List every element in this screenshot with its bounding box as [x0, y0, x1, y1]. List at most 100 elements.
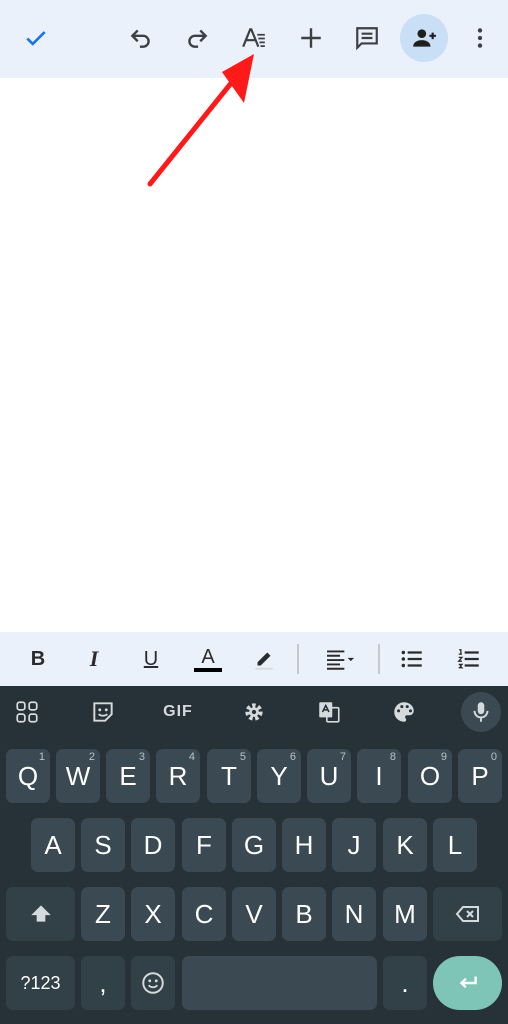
text-color-button[interactable]: A — [188, 640, 228, 678]
key-f[interactable]: F — [182, 818, 226, 872]
key-p[interactable]: P0 — [458, 749, 502, 803]
underline-button[interactable]: U — [131, 640, 171, 678]
bold-button[interactable]: B — [18, 640, 58, 678]
theme-button[interactable] — [384, 692, 424, 732]
space-key[interactable] — [182, 956, 377, 1010]
symbols-key[interactable]: ?123 — [6, 956, 75, 1010]
underline-label: U — [143, 647, 159, 670]
key-label: A — [44, 829, 62, 860]
key-c[interactable]: C — [182, 887, 226, 941]
shift-key[interactable] — [6, 887, 75, 941]
italic-button[interactable]: I — [74, 640, 114, 678]
keyboard: GIF Q1 W2 E3 R4 T5 Y6 U7 I8 O9 P 0 A S D… — [0, 686, 508, 1024]
key-t[interactable]: T5 — [207, 749, 251, 803]
bold-label: B — [30, 647, 46, 670]
comment-button[interactable] — [343, 14, 391, 62]
key-x[interactable]: X — [131, 887, 175, 941]
emoji-key[interactable] — [131, 956, 175, 1010]
period-label: . — [401, 967, 409, 998]
key-w[interactable]: W2 — [56, 749, 100, 803]
key-label: F — [196, 829, 212, 860]
text-format-button[interactable] — [230, 14, 278, 62]
insert-button[interactable] — [287, 14, 335, 62]
sticker-icon — [93, 702, 113, 722]
key-label: B — [295, 898, 313, 929]
key-r[interactable]: R4 — [156, 749, 200, 803]
key-label: O — [419, 760, 441, 791]
key-hint: 0 — [490, 751, 497, 763]
key-k[interactable]: K — [383, 818, 427, 872]
key-g[interactable]: G — [232, 818, 276, 872]
gif-button[interactable]: GIF — [158, 692, 198, 732]
key-label: T — [221, 760, 237, 791]
divider — [297, 644, 299, 674]
key-label: S — [94, 829, 112, 860]
key-e[interactable]: E3 — [106, 749, 150, 803]
key-hint: 1 — [38, 751, 45, 763]
key-hint: 3 — [138, 751, 145, 763]
key-label: U — [319, 760, 339, 791]
key-label: E — [119, 760, 137, 791]
key-label: H — [294, 829, 314, 860]
key-h[interactable]: H — [282, 818, 326, 872]
key-q[interactable]: Q1 — [6, 749, 50, 803]
align-button[interactable] — [318, 640, 362, 678]
key-b[interactable]: B — [282, 887, 326, 941]
key-label: C — [194, 898, 214, 929]
key-i[interactable]: I8 — [357, 749, 401, 803]
voice-input-button[interactable] — [461, 692, 501, 732]
text-color-swatch — [194, 668, 222, 672]
translate-button[interactable] — [309, 692, 349, 732]
done-button[interactable] — [12, 14, 60, 62]
key-o[interactable]: O9 — [408, 749, 452, 803]
redo-button[interactable] — [173, 14, 221, 62]
key-a[interactable]: A — [31, 818, 75, 872]
key-label: I — [375, 760, 383, 791]
key-s[interactable]: S — [81, 818, 125, 872]
key-label: W — [65, 760, 91, 791]
key-n[interactable]: N — [332, 887, 376, 941]
key-j[interactable]: J — [332, 818, 376, 872]
key-l[interactable]: L — [433, 818, 477, 872]
share-button[interactable] — [400, 14, 448, 62]
key-y[interactable]: Y6 — [257, 749, 301, 803]
comma-key[interactable]: , — [81, 956, 125, 1010]
key-label: Y — [270, 760, 288, 791]
gif-label: GIF — [163, 703, 193, 720]
italic-label: I — [89, 646, 99, 671]
document-body[interactable] — [0, 78, 508, 632]
key-m[interactable]: M — [383, 887, 427, 941]
comment-icon — [356, 27, 378, 51]
enter-icon — [459, 976, 477, 989]
apps-button[interactable] — [7, 692, 47, 732]
key-u[interactable]: U7 — [307, 749, 351, 803]
highlight-button[interactable] — [244, 640, 284, 678]
period-key[interactable]: . — [383, 956, 427, 1010]
palette-icon — [394, 702, 414, 722]
key-v[interactable]: V — [232, 887, 276, 941]
emoji-icon — [142, 972, 164, 994]
key-label: G — [243, 829, 265, 860]
undo-button[interactable] — [117, 14, 165, 62]
key-hint: 7 — [339, 751, 346, 763]
formatting-toolbar: B I U A — [0, 632, 508, 686]
sticker-button[interactable] — [83, 692, 123, 732]
settings-button[interactable] — [234, 692, 274, 732]
text-format-icon — [242, 28, 265, 48]
top-toolbar — [0, 0, 508, 78]
enter-key[interactable] — [433, 956, 502, 1010]
bulleted-list-button[interactable] — [392, 640, 432, 678]
key-label: D — [143, 829, 163, 860]
backspace-key[interactable] — [433, 887, 502, 941]
key-hint: 2 — [88, 751, 95, 763]
key-d[interactable]: D — [131, 818, 175, 872]
key-label: K — [396, 829, 414, 860]
key-label: N — [344, 898, 364, 929]
microphone-icon — [473, 702, 489, 722]
symbols-label: ?123 — [20, 972, 61, 993]
key-z[interactable]: Z — [81, 887, 125, 941]
bulleted-list-icon — [401, 650, 422, 668]
numbered-list-button[interactable] — [449, 640, 489, 678]
numbered-list-icon — [457, 649, 479, 669]
more-options-button[interactable] — [456, 14, 504, 62]
